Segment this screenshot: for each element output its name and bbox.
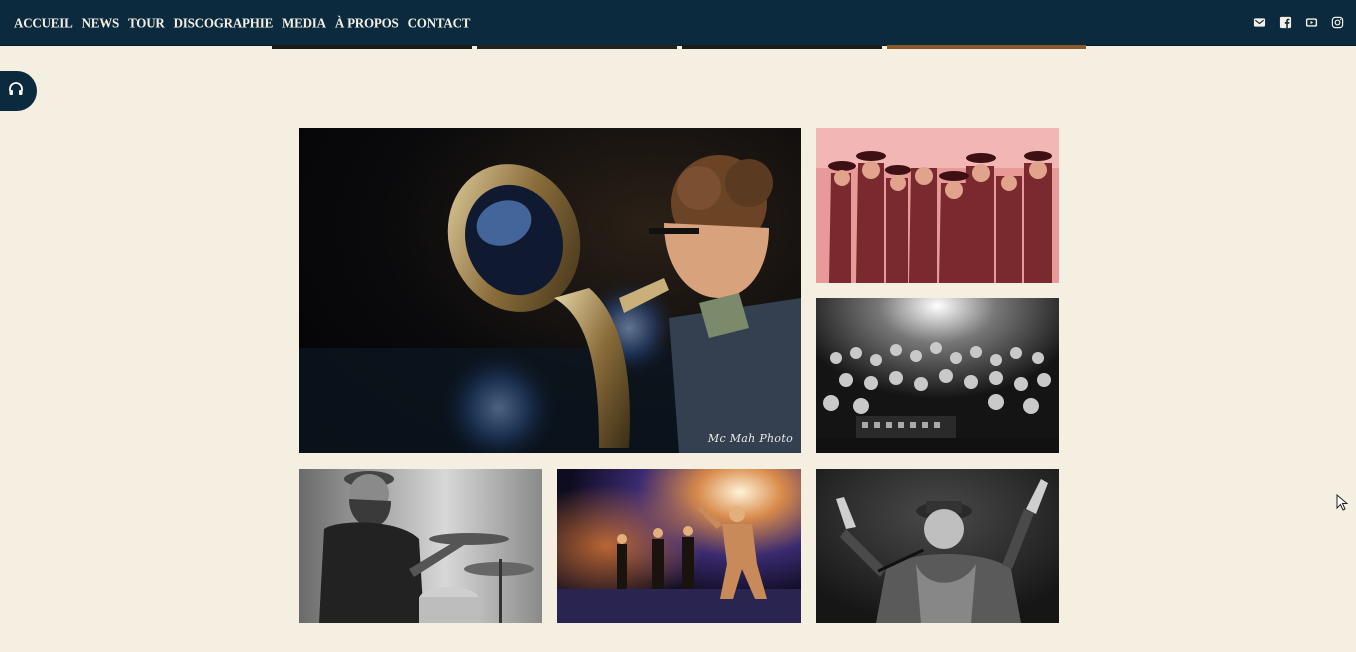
- nav-link-accueil[interactable]: ACCUEIL: [14, 14, 73, 31]
- gallery-photo-tuba-player[interactable]: Mc Mah Photo: [299, 128, 801, 453]
- mouse-cursor-icon: [1336, 494, 1348, 511]
- thumbnail-strip-item[interactable]: [887, 45, 1086, 49]
- social-links: [1253, 0, 1344, 45]
- photo-credit: Mc Mah Photo: [707, 432, 793, 445]
- youtube-icon[interactable]: [1305, 16, 1318, 29]
- instagram-icon[interactable]: [1331, 16, 1344, 29]
- gallery-photo-band-portrait[interactable]: [816, 128, 1059, 283]
- nav-link-news[interactable]: NEWS: [82, 14, 120, 31]
- nav-link-discographie[interactable]: DISCOGRAPHIE: [174, 14, 274, 31]
- top-nav-bar: ACCUEIL NEWS TOUR DISCOGRAPHIE MEDIA À P…: [0, 0, 1356, 46]
- thumbnail-strip-item[interactable]: [682, 45, 882, 49]
- nav-link-tour[interactable]: TOUR: [128, 14, 165, 31]
- thumbnail-strip-item[interactable]: [477, 45, 677, 49]
- facebook-icon[interactable]: [1279, 16, 1292, 29]
- headphones-icon: [8, 81, 24, 102]
- thumbnail-strip-item[interactable]: [272, 45, 472, 49]
- gallery-photo-crowd[interactable]: [816, 298, 1059, 453]
- nav-link-a-propos[interactable]: À PROPOS: [335, 14, 399, 31]
- audio-player-button[interactable]: [0, 71, 37, 111]
- gallery-photo-singer[interactable]: [816, 469, 1059, 623]
- nav-link-media[interactable]: MEDIA: [282, 14, 326, 31]
- gallery-photo-stage[interactable]: [557, 469, 801, 623]
- email-icon[interactable]: [1253, 16, 1266, 29]
- gallery-photo-drummer[interactable]: [299, 469, 542, 623]
- main-nav: ACCUEIL NEWS TOUR DISCOGRAPHIE MEDIA À P…: [14, 0, 470, 45]
- nav-link-contact[interactable]: CONTACT: [408, 14, 471, 31]
